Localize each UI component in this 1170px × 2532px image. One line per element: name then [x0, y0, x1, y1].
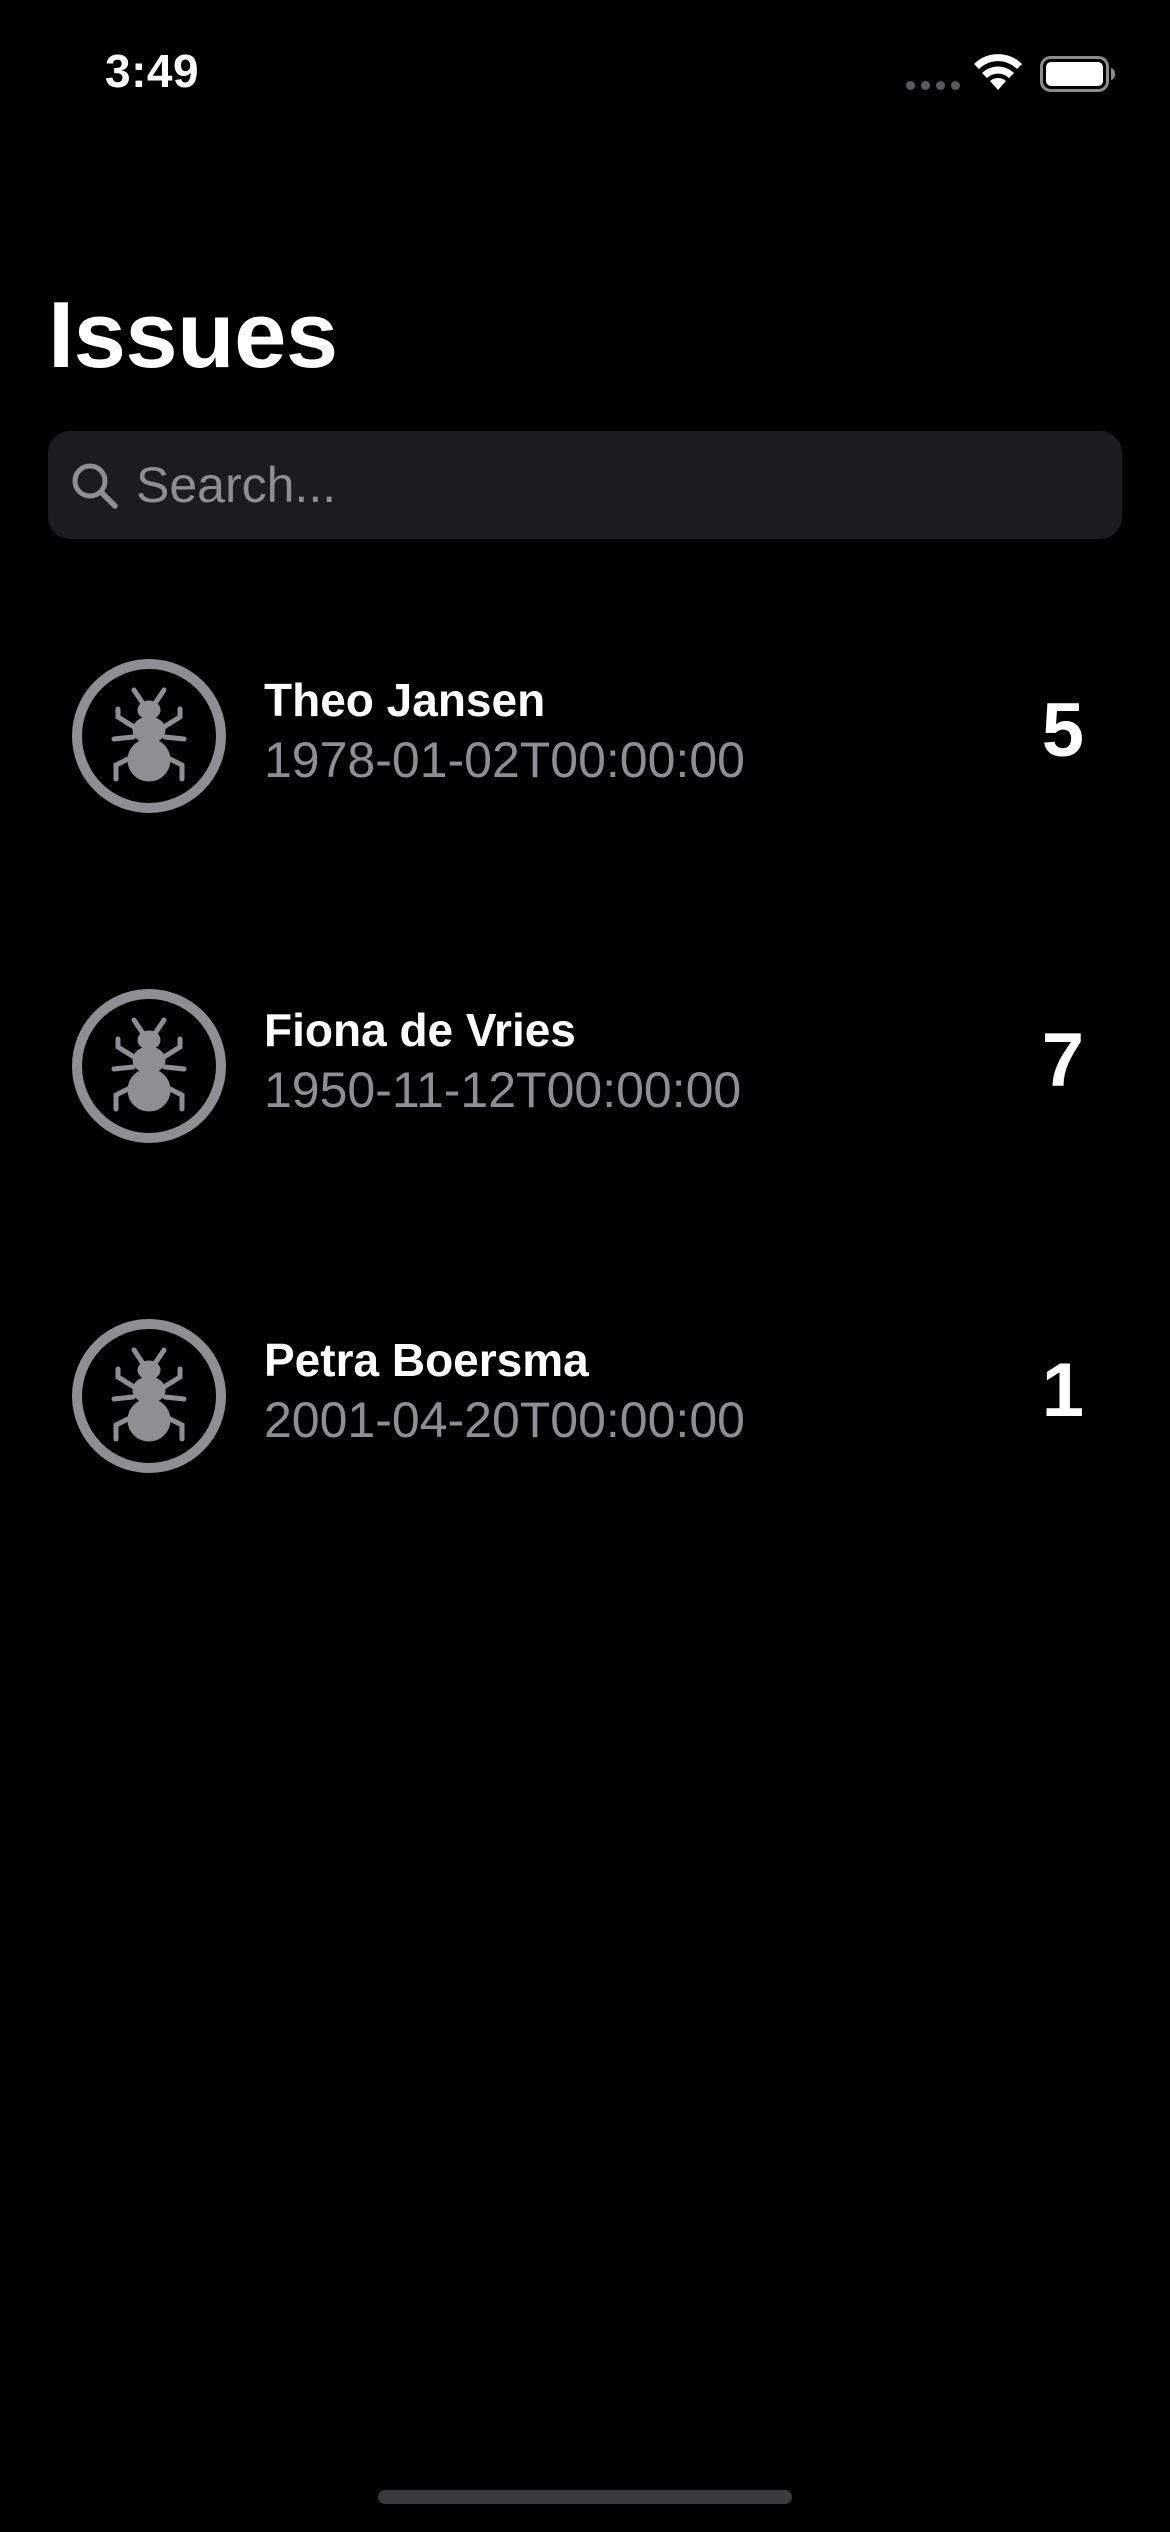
- search-bar[interactable]: [48, 431, 1122, 539]
- issue-count: 1: [1041, 1348, 1084, 1433]
- issue-row[interactable]: Fiona de Vries 1950-11-12T00:00:00 7: [0, 965, 1170, 1165]
- battery-icon: [1040, 56, 1115, 92]
- issue-row[interactable]: Petra Boersma 2001-04-20T00:00:00 1: [0, 1295, 1170, 1495]
- issue-date: 1950-11-12T00:00:00: [264, 1062, 742, 1118]
- issue-name: Petra Boersma: [264, 1334, 589, 1386]
- issue-date: 2001-04-20T00:00:00: [264, 1392, 745, 1448]
- issue-row[interactable]: Theo Jansen 1978-01-02T00:00:00 5: [0, 635, 1170, 835]
- search-icon: [72, 463, 118, 509]
- ant-icon: [72, 1319, 226, 1473]
- issue-count: 7: [1041, 1018, 1084, 1103]
- status-bar: 3:49: [0, 0, 1170, 150]
- search-input[interactable]: [136, 431, 1096, 539]
- ant-icon: [72, 989, 226, 1143]
- cellular-signal-icon: [906, 81, 960, 91]
- issue-date: 1978-01-02T00:00:00: [264, 732, 745, 788]
- page-title: Issues: [48, 282, 338, 387]
- issue-name: Fiona de Vries: [264, 1004, 576, 1056]
- issue-count: 5: [1041, 688, 1084, 773]
- status-time: 3:49: [105, 45, 200, 97]
- wifi-icon: [974, 54, 1022, 90]
- ant-icon: [72, 659, 226, 813]
- home-indicator[interactable]: [378, 2490, 792, 2504]
- issue-name: Theo Jansen: [264, 674, 546, 726]
